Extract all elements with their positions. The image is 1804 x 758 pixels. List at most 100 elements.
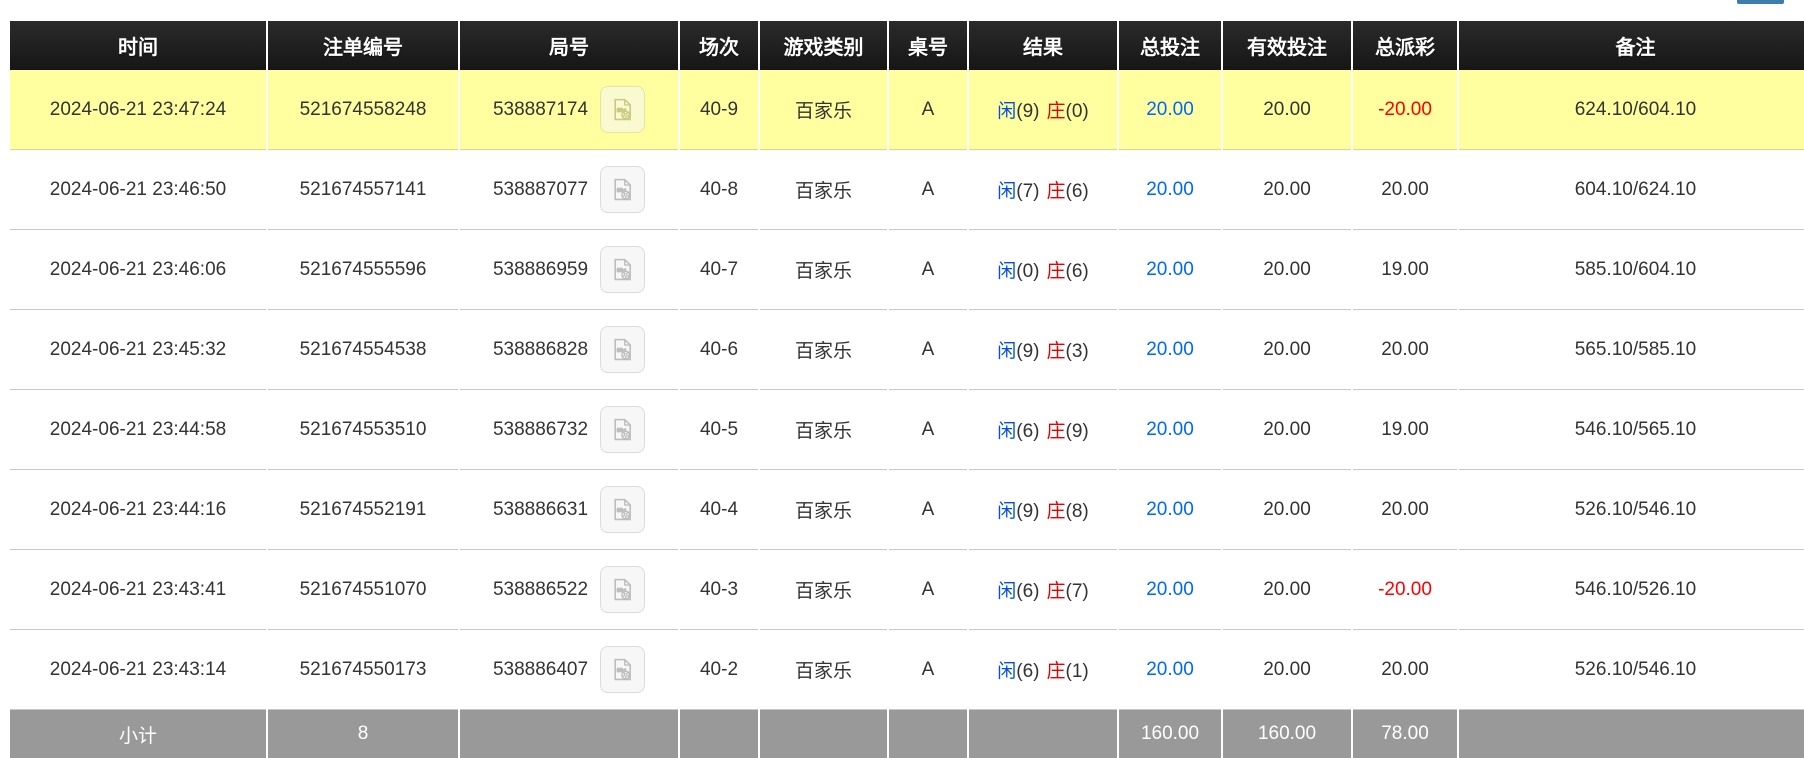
cell-total-bet-link[interactable]: 20.00 xyxy=(1119,70,1221,150)
bet-history-page: 时间 注单编号 局号 场次 游戏类别 桌号 结果 总投注 有效投注 总派彩 备注… xyxy=(0,0,1804,752)
cell-total-bet-link[interactable]: 20.00 xyxy=(1119,470,1221,550)
cell-result: 闲(6)庄(1) xyxy=(969,630,1117,710)
col-header-remark: 备注 xyxy=(1459,21,1804,70)
banker-score: (1) xyxy=(1066,661,1089,682)
video-replay-button[interactable] xyxy=(600,326,645,373)
player-result-label: 闲 xyxy=(997,341,1016,362)
video-replay-button[interactable] xyxy=(600,166,645,213)
table-row: 2024-06-21 23:46:50 521674557141 5388870… xyxy=(10,150,1804,230)
cell-time: 2024-06-21 23:46:50 xyxy=(10,150,266,230)
video-replay-button[interactable] xyxy=(600,646,645,693)
cell-remark: 565.10/585.10 xyxy=(1459,310,1804,390)
cell-total-payout: 19.00 xyxy=(1353,230,1457,310)
cell-total-payout: 20.00 xyxy=(1353,150,1457,230)
player-result-label: 闲 xyxy=(997,501,1016,522)
col-header-valid-bet: 有效投注 xyxy=(1223,21,1351,70)
cell-session: 40-4 xyxy=(680,470,758,550)
banker-score: (6) xyxy=(1066,181,1089,202)
cell-game-type: 百家乐 xyxy=(760,150,887,230)
cell-time: 2024-06-21 23:44:16 xyxy=(10,470,266,550)
player-score: (7) xyxy=(1016,181,1039,202)
video-replay-button[interactable] xyxy=(600,86,645,133)
round-no-text: 538886732 xyxy=(493,419,588,441)
cell-session: 40-6 xyxy=(680,310,758,390)
col-header-game-type: 游戏类别 xyxy=(760,21,887,70)
cell-total-bet-link[interactable]: 20.00 xyxy=(1119,390,1221,470)
col-header-table-no: 桌号 xyxy=(889,21,967,70)
header-row: 时间 注单编号 局号 场次 游戏类别 桌号 结果 总投注 有效投注 总派彩 备注 xyxy=(10,21,1804,70)
cell-game-type: 百家乐 xyxy=(760,230,887,310)
cell-valid-bet: 20.00 xyxy=(1223,470,1351,550)
cell-result: 闲(0)庄(6) xyxy=(969,230,1117,310)
cell-total-bet-link[interactable]: 20.00 xyxy=(1119,310,1221,390)
banker-score: (6) xyxy=(1066,261,1089,282)
cell-remark: 546.10/526.10 xyxy=(1459,550,1804,630)
subtotal-total-payout: 78.00 xyxy=(1353,710,1457,758)
video-record-icon xyxy=(609,336,636,363)
banker-score: (3) xyxy=(1066,341,1089,362)
cell-result: 闲(9)庄(3) xyxy=(969,310,1117,390)
video-record-icon xyxy=(609,96,636,123)
video-replay-button[interactable] xyxy=(600,406,645,453)
banker-result-label: 庄 xyxy=(1047,101,1066,122)
banker-score: (8) xyxy=(1066,501,1089,522)
video-record-icon xyxy=(609,256,636,283)
banker-result-label: 庄 xyxy=(1047,421,1066,442)
player-score: (9) xyxy=(1016,101,1039,122)
cell-total-payout: -20.00 xyxy=(1353,550,1457,630)
cell-session: 40-3 xyxy=(680,550,758,630)
cell-time: 2024-06-21 23:43:14 xyxy=(10,630,266,710)
video-replay-button[interactable] xyxy=(600,486,645,533)
video-replay-button[interactable] xyxy=(600,246,645,293)
cell-session: 40-9 xyxy=(680,70,758,150)
cell-order-no: 521674558248 xyxy=(268,70,458,150)
cell-result: 闲(6)庄(9) xyxy=(969,390,1117,470)
cell-game-type: 百家乐 xyxy=(760,390,887,470)
player-score: (6) xyxy=(1016,661,1039,682)
banker-result-label: 庄 xyxy=(1047,661,1066,682)
cell-time: 2024-06-21 23:43:41 xyxy=(10,550,266,630)
table-row: 2024-06-21 23:43:41 521674551070 5388865… xyxy=(10,550,1804,630)
cell-table-no: A xyxy=(889,390,967,470)
cell-result: 闲(9)庄(8) xyxy=(969,470,1117,550)
cell-game-type: 百家乐 xyxy=(760,630,887,710)
cell-round-no: 538886732 xyxy=(460,390,678,470)
col-header-session: 场次 xyxy=(680,21,758,70)
cell-remark: 526.10/546.10 xyxy=(1459,630,1804,710)
cell-result: 闲(9)庄(0) xyxy=(969,70,1117,150)
cell-session: 40-2 xyxy=(680,630,758,710)
cell-total-payout: 20.00 xyxy=(1353,470,1457,550)
col-header-total-payout: 总派彩 xyxy=(1353,21,1457,70)
cell-total-bet-link[interactable]: 20.00 xyxy=(1119,150,1221,230)
cell-total-payout: 19.00 xyxy=(1353,390,1457,470)
round-no-text: 538887077 xyxy=(493,179,588,201)
cell-order-no: 521674553510 xyxy=(268,390,458,470)
cell-total-bet-link[interactable]: 20.00 xyxy=(1119,630,1221,710)
cell-total-payout: 20.00 xyxy=(1353,630,1457,710)
cell-round-no: 538886407 xyxy=(460,630,678,710)
cell-order-no: 521674557141 xyxy=(268,150,458,230)
cell-time: 2024-06-21 23:45:32 xyxy=(10,310,266,390)
cell-total-bet-link[interactable]: 20.00 xyxy=(1119,230,1221,310)
banker-result-label: 庄 xyxy=(1047,341,1066,362)
cell-valid-bet: 20.00 xyxy=(1223,150,1351,230)
cell-valid-bet: 20.00 xyxy=(1223,630,1351,710)
player-result-label: 闲 xyxy=(997,101,1016,122)
subtotal-label: 小计 xyxy=(10,710,266,758)
player-score: (6) xyxy=(1016,581,1039,602)
cell-game-type: 百家乐 xyxy=(760,70,887,150)
cell-remark: 585.10/604.10 xyxy=(1459,230,1804,310)
cell-result: 闲(7)庄(6) xyxy=(969,150,1117,230)
subtotal-count: 8 xyxy=(268,710,458,758)
cell-total-payout: -20.00 xyxy=(1353,70,1457,150)
cell-table-no: A xyxy=(889,310,967,390)
col-header-order-no: 注单编号 xyxy=(268,21,458,70)
banker-result-label: 庄 xyxy=(1047,501,1066,522)
cell-order-no: 521674555596 xyxy=(268,230,458,310)
table-row: 2024-06-21 23:44:58 521674553510 5388867… xyxy=(10,390,1804,470)
cell-total-bet-link[interactable]: 20.00 xyxy=(1119,550,1221,630)
video-replay-button[interactable] xyxy=(600,566,645,613)
video-record-icon xyxy=(609,656,636,683)
partial-button-top-right[interactable] xyxy=(1737,0,1784,4)
subtotal-total-bet: 160.00 xyxy=(1119,710,1221,758)
